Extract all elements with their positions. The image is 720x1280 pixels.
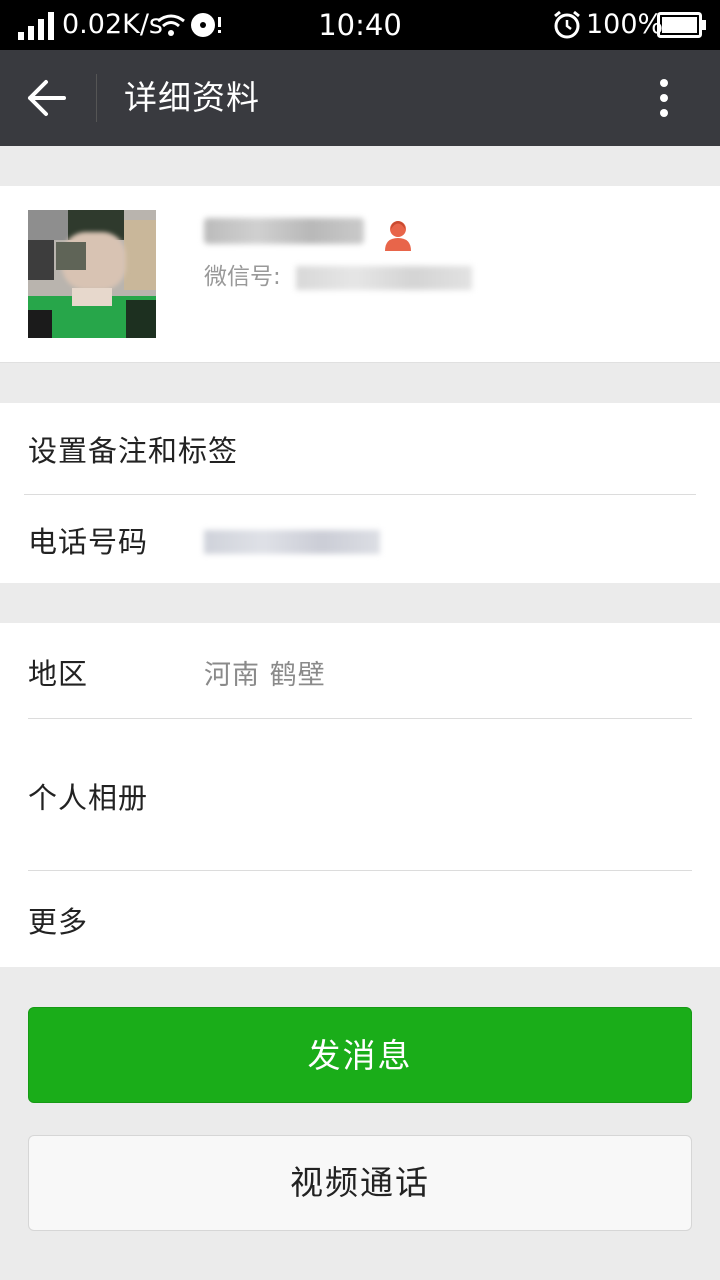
- back-arrow-icon[interactable]: [26, 78, 68, 118]
- phone-number-blurred[interactable]: [204, 530, 380, 554]
- title-divider: [96, 74, 97, 122]
- video-call-button[interactable]: 视频通话: [28, 1135, 692, 1231]
- settings-group: 设置备注和标签 电话号码: [0, 403, 720, 583]
- more-label: 更多: [28, 905, 89, 939]
- region-row: 地区 河南 鹤壁: [0, 623, 720, 718]
- alarm-icon: [554, 10, 580, 39]
- more-vertical-icon[interactable]: [652, 78, 676, 118]
- phone-label: 电话号码: [28, 525, 149, 559]
- profile-card: 微信号:: [0, 186, 720, 363]
- set-remark-label: 设置备注和标签: [28, 434, 239, 468]
- region-label: 地区: [28, 657, 89, 691]
- album-row[interactable]: 个人相册: [0, 719, 720, 870]
- female-gender-icon: [385, 221, 411, 251]
- region-value: 河南 鹤壁: [204, 660, 326, 691]
- avatar[interactable]: [28, 210, 156, 338]
- battery-percent: 100%: [586, 9, 664, 40]
- wechat-id-label: 微信号:: [204, 264, 281, 290]
- info-group: 地区 河南 鹤壁 个人相册 更多: [0, 623, 720, 967]
- more-row[interactable]: 更多: [0, 871, 720, 967]
- send-message-button[interactable]: 发消息: [28, 1007, 692, 1103]
- status-bar: 0.02K/s 10:40 100%: [0, 0, 720, 50]
- page-title: 详细资料: [124, 78, 260, 117]
- nickname-blurred: [204, 218, 364, 244]
- wechat-id-blurred: [296, 266, 472, 290]
- title-bar: 详细资料: [0, 50, 720, 146]
- battery-icon: [657, 12, 706, 38]
- album-label: 个人相册: [28, 781, 149, 815]
- set-remark-row[interactable]: 设置备注和标签: [0, 403, 720, 494]
